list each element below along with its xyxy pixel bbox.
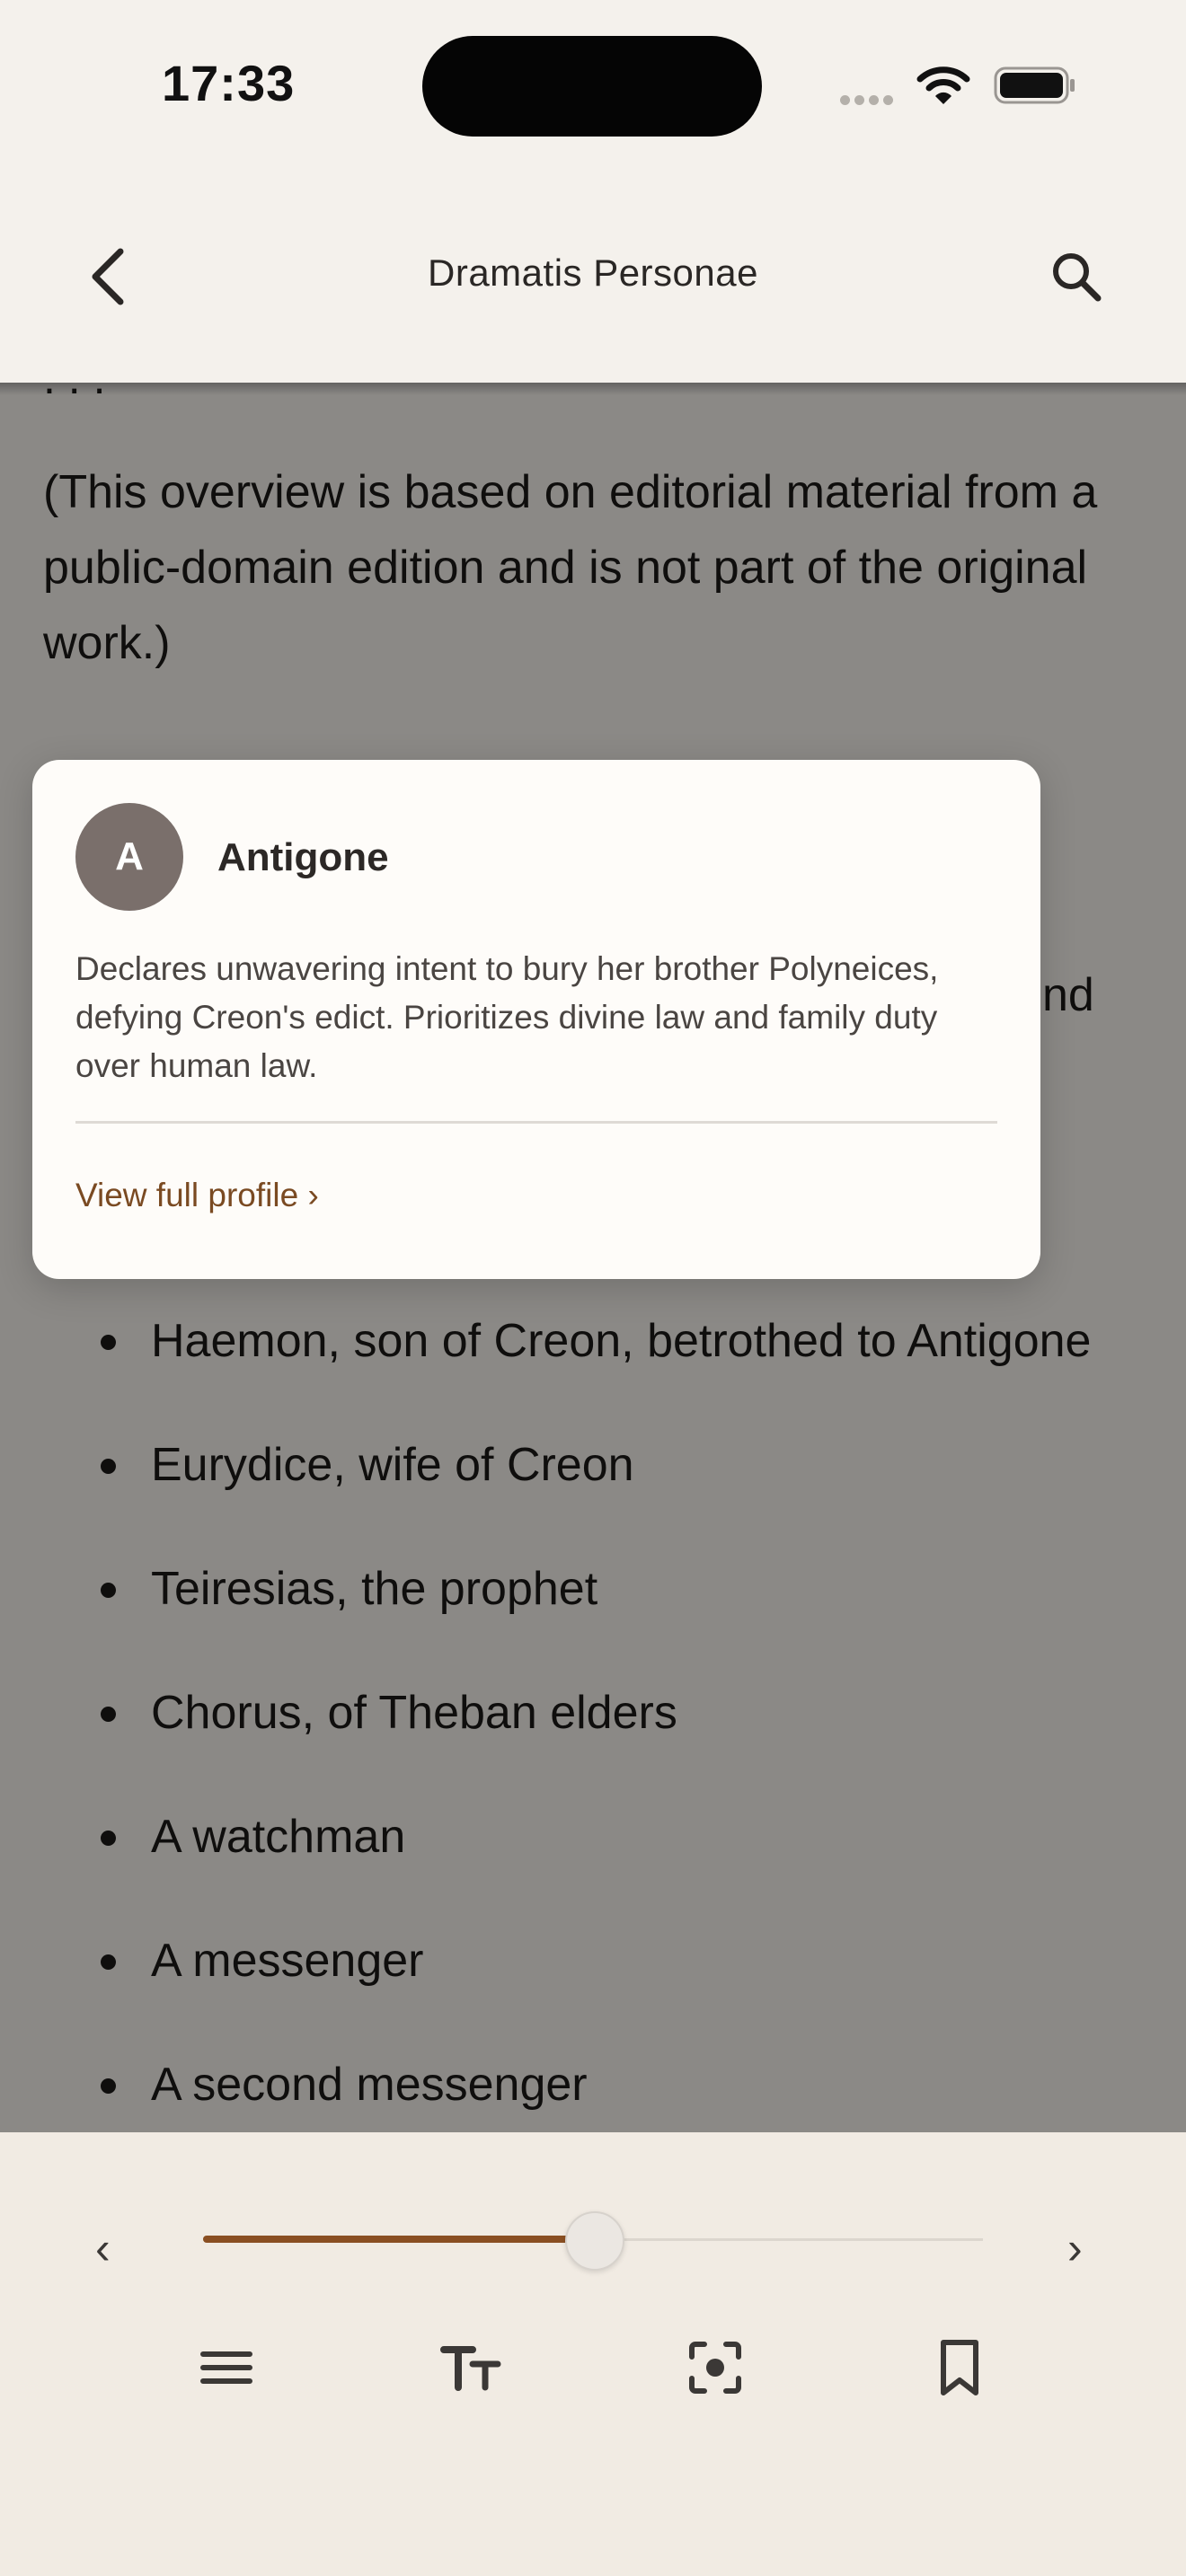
wifi-icon — [916, 65, 970, 110]
focus-icon — [689, 2342, 741, 2394]
menu-icon — [200, 2351, 252, 2384]
status-bar: 17:33 — [0, 0, 1186, 171]
text-size-icon — [440, 2346, 501, 2391]
nav-shadow — [0, 383, 1186, 395]
search-button[interactable] — [1048, 248, 1105, 305]
bookmark-icon — [941, 2340, 978, 2395]
progress-slider-fill — [203, 2236, 593, 2243]
avatar: A — [75, 803, 183, 911]
focus-mode-button[interactable] — [677, 2330, 753, 2405]
progress-slider-thumb[interactable] — [565, 2211, 624, 2271]
view-full-profile-link[interactable]: View full profile › — [75, 1177, 319, 1214]
bookmark-button[interactable] — [922, 2330, 997, 2405]
navigation-bar: Dramatis Personae — [0, 171, 1186, 383]
character-popover: A Antigone Declares unwavering intent to… — [32, 760, 1040, 1279]
page-title: Dramatis Personae — [428, 251, 758, 294]
bottom-toolbar: ‹ › — [0, 2132, 1186, 2576]
divider — [75, 1121, 997, 1124]
character-description: Declares unwavering intent to bury her b… — [75, 950, 939, 1084]
cellular-signal-icon — [840, 93, 898, 110]
character-name: Antigone — [217, 835, 389, 879]
dynamic-island — [422, 36, 762, 137]
text-size-button[interactable] — [433, 2330, 509, 2405]
status-time: 17:33 — [162, 55, 296, 111]
next-chapter-button[interactable]: › — [1067, 2222, 1083, 2274]
table-of-contents-button[interactable] — [189, 2330, 264, 2405]
battery-icon — [994, 66, 1076, 109]
search-icon — [1053, 253, 1102, 302]
previous-chapter-button[interactable]: ‹ — [95, 2222, 111, 2274]
